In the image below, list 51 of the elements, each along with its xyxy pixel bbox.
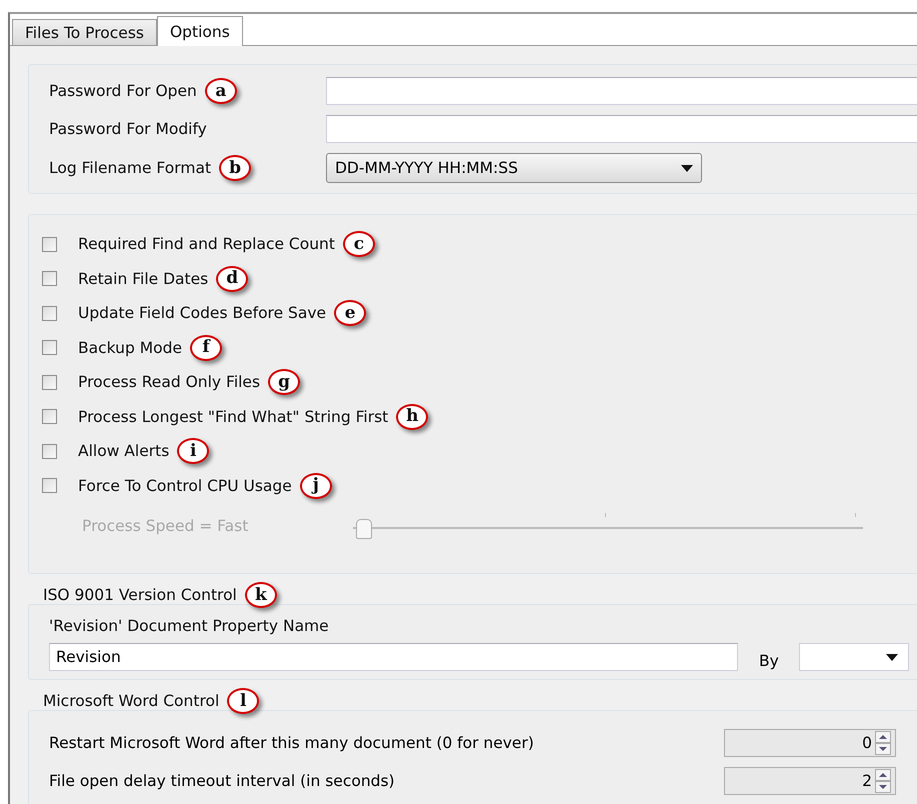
annotation-marker: d: [216, 266, 248, 292]
setting-label: File open delay timeout interval (in seconds): [49, 772, 396, 790]
annotation-marker: j: [300, 472, 332, 499]
option-label: Force To Control CPU Usage: [78, 476, 292, 495]
spinner-arrows-icon: [875, 731, 891, 755]
checkbox[interactable]: [42, 271, 57, 286]
option-label: Backup Mode: [78, 338, 182, 357]
setting-label: Restart Microsoft Word after this many document (0 for never): [49, 734, 535, 752]
caret-icon: [886, 654, 898, 660]
annotation-marker: h: [396, 404, 428, 430]
checkbox[interactable]: [42, 409, 57, 424]
field-label: Password For Open: [49, 82, 197, 100]
annotation-marker: b: [219, 155, 252, 181]
option-label: Retain File Dates: [78, 270, 208, 288]
annotation-marker: l: [227, 688, 260, 714]
option-label: Process Read Only Files: [78, 373, 260, 392]
group-title: ISO 9001 Version Control: [43, 586, 237, 604]
annotation-marker: c: [342, 231, 375, 258]
option-label: Process Longest "Find What" String First: [78, 408, 388, 426]
annotation-marker: f: [190, 334, 222, 361]
annotation-marker: i: [177, 438, 210, 464]
annotation-marker: a: [204, 78, 237, 104]
checkbox[interactable]: [42, 444, 57, 459]
tab[interactable]: Options: [156, 16, 243, 46]
option-label: Required Find and Replace Count: [78, 235, 335, 254]
field-label: Log Filename Format: [49, 159, 212, 177]
password-field[interactable]: [326, 115, 917, 143]
number-spinner[interactable]: 0: [724, 729, 896, 757]
option-label: Allow Alerts: [78, 442, 170, 460]
field-label: 'Revision' Document Property Name: [49, 617, 330, 635]
annotation-marker: k: [244, 582, 277, 608]
property-name-field[interactable]: Revision: [49, 643, 738, 671]
format-dropdown[interactable]: DD-MM-YYYY HH:MM:SS: [326, 153, 702, 183]
checkbox[interactable]: [42, 478, 57, 494]
group-title: Microsoft Word Control: [43, 692, 220, 710]
checkbox[interactable]: [42, 306, 57, 321]
speed-slider[interactable]: [353, 513, 864, 539]
spinner-arrows-icon: [875, 769, 891, 793]
tab[interactable]: Files To Process: [12, 19, 157, 45]
checkbox[interactable]: [42, 236, 57, 252]
checkbox[interactable]: [42, 374, 57, 390]
caret-icon: [681, 164, 693, 172]
annotation-marker: g: [268, 369, 300, 396]
speed-label: Process Speed = Fast: [82, 517, 248, 535]
option-label: Update Field Codes Before Save: [78, 304, 326, 322]
field-label: Password For Modify: [49, 120, 207, 138]
number-spinner[interactable]: 2: [724, 767, 896, 795]
by-label: By: [759, 652, 779, 670]
password-field[interactable]: [326, 77, 917, 105]
checkbox[interactable]: [42, 340, 57, 356]
annotation-marker: e: [334, 300, 366, 326]
